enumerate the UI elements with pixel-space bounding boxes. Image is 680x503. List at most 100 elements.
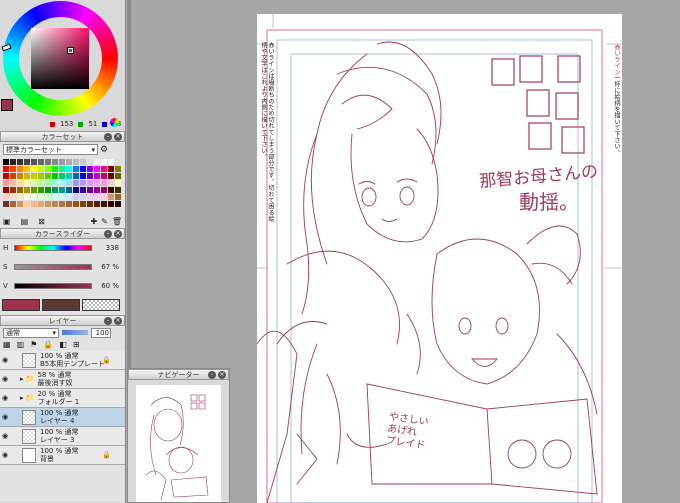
color-swatch[interactable]: [45, 180, 51, 186]
color-swatch[interactable]: [108, 180, 114, 186]
color-swatch[interactable]: [24, 159, 30, 165]
folder-icon[interactable]: ▸ 📁: [20, 394, 34, 402]
color-swatch[interactable]: [87, 159, 93, 165]
color-swatch[interactable]: [31, 180, 37, 186]
color-swatch[interactable]: [66, 173, 72, 179]
lock-transparency-icon[interactable]: ▦: [3, 340, 11, 350]
color-swatch[interactable]: [17, 180, 23, 186]
lock-icon[interactable]: 🔒: [102, 356, 111, 364]
layer-row[interactable]: ◉ 100 % 通常 背景 🔒: [0, 446, 125, 465]
close-icon[interactable]: ×: [114, 230, 122, 238]
lock-icon[interactable]: 🔒: [43, 340, 53, 350]
color-swatch[interactable]: [66, 180, 72, 186]
color-swatch[interactable]: [101, 180, 107, 186]
color-swatch[interactable]: [24, 194, 30, 200]
delete-swatch-icon[interactable]: ⊠: [38, 217, 45, 226]
eye-icon[interactable]: ◉: [0, 375, 10, 383]
swatch-tool-icon-1[interactable]: ▣: [3, 217, 11, 226]
color-swatch[interactable]: [115, 173, 121, 179]
slider-h[interactable]: H 338: [0, 242, 125, 254]
color-swatch[interactable]: [52, 159, 58, 165]
color-swatch[interactable]: [38, 173, 44, 179]
color-swatch[interactable]: [59, 159, 65, 165]
color-swatch[interactable]: [87, 194, 93, 200]
color-swatch[interactable]: [115, 194, 121, 200]
color-swatch[interactable]: [66, 187, 72, 193]
color-swatch[interactable]: [52, 194, 58, 200]
color-swatch[interactable]: [45, 159, 51, 165]
color-swatch[interactable]: [52, 166, 58, 172]
color-swatch[interactable]: [66, 159, 72, 165]
color-swatch[interactable]: [31, 187, 37, 193]
transparent-swatch[interactable]: [82, 299, 120, 311]
reference-icon[interactable]: ⚑: [30, 340, 37, 350]
color-swatch[interactable]: [87, 180, 93, 186]
color-swatch[interactable]: [10, 180, 16, 186]
color-swatch[interactable]: [80, 173, 86, 179]
color-swatch[interactable]: [101, 173, 107, 179]
layer-row[interactable]: ◉ 100 % 通常 B5本用テンプレート 🔒: [0, 351, 125, 370]
minimize-icon[interactable]: –: [104, 317, 112, 325]
color-swatch[interactable]: [38, 194, 44, 200]
color-swatch[interactable]: [80, 180, 86, 186]
color-swatch[interactable]: [17, 187, 23, 193]
navigator-preview[interactable]: [136, 385, 221, 502]
current-color-swatch[interactable]: [2, 299, 40, 311]
color-swatch[interactable]: [45, 173, 51, 179]
color-swatch[interactable]: [3, 166, 9, 172]
color-swatch[interactable]: [38, 201, 44, 207]
color-swatch[interactable]: [10, 173, 16, 179]
minimize-icon[interactable]: –: [104, 133, 112, 141]
minimize-icon[interactable]: –: [208, 371, 216, 379]
color-set-dropdown[interactable]: 標準カラーセット ▾: [3, 144, 98, 155]
main-color-swatch[interactable]: [1, 99, 13, 111]
eye-icon[interactable]: ◉: [0, 432, 10, 440]
color-swatch[interactable]: [3, 173, 9, 179]
color-swatch[interactable]: [94, 166, 100, 172]
trash-icon[interactable]: 🗑: [112, 217, 122, 226]
color-swatch[interactable]: [87, 166, 93, 172]
eye-icon[interactable]: ◉: [0, 356, 10, 364]
color-swatch[interactable]: [24, 166, 30, 172]
color-swatch[interactable]: [101, 201, 107, 207]
color-swatch[interactable]: [66, 166, 72, 172]
color-swatch[interactable]: [59, 173, 65, 179]
color-swatch[interactable]: [101, 194, 107, 200]
color-swatch[interactable]: [66, 194, 72, 200]
color-swatch[interactable]: [31, 201, 37, 207]
color-swatch[interactable]: [80, 201, 86, 207]
eye-icon[interactable]: ◉: [0, 451, 10, 459]
layer-row[interactable]: ◉ 100 % 通常 レイヤー 4: [0, 408, 125, 427]
color-swatch[interactable]: [94, 201, 100, 207]
clipping-icon[interactable]: ▥: [17, 340, 25, 350]
folder-icon[interactable]: ▸ 📁: [20, 375, 34, 383]
color-swatch[interactable]: [52, 201, 58, 207]
color-swatch[interactable]: [80, 159, 86, 165]
color-swatch[interactable]: [108, 194, 114, 200]
color-swatch[interactable]: [73, 180, 79, 186]
close-icon[interactable]: ×: [114, 317, 122, 325]
color-swatch[interactable]: [38, 166, 44, 172]
color-set-settings-icon[interactable]: ⚙: [100, 145, 108, 155]
color-swatch[interactable]: [31, 159, 37, 165]
color-swatch[interactable]: [10, 159, 16, 165]
color-swatch[interactable]: [38, 187, 44, 193]
color-swatch[interactable]: [17, 173, 23, 179]
slider-s[interactable]: S 67 %: [0, 261, 125, 273]
color-swatch[interactable]: [3, 201, 9, 207]
color-swatch[interactable]: [10, 166, 16, 172]
sv-cursor[interactable]: [67, 47, 74, 54]
add-color-icon[interactable]: ✚: [90, 217, 97, 226]
color-swatch[interactable]: [101, 159, 107, 165]
color-swatch[interactable]: [115, 159, 121, 165]
color-swatch[interactable]: [38, 159, 44, 165]
color-swatch[interactable]: [17, 166, 23, 172]
color-swatch[interactable]: [3, 187, 9, 193]
opacity-input[interactable]: 100: [91, 327, 111, 338]
color-swatch[interactable]: [52, 187, 58, 193]
color-swatch[interactable]: [3, 159, 9, 165]
color-swatch[interactable]: [80, 194, 86, 200]
canvas-paper[interactable]: 赤いラインは繊断ちのため切れてしまう部分です。切れて困る絵柄や文字はこれより内側…: [257, 14, 622, 503]
color-swatch[interactable]: [59, 201, 65, 207]
minimize-icon[interactable]: –: [104, 230, 112, 238]
